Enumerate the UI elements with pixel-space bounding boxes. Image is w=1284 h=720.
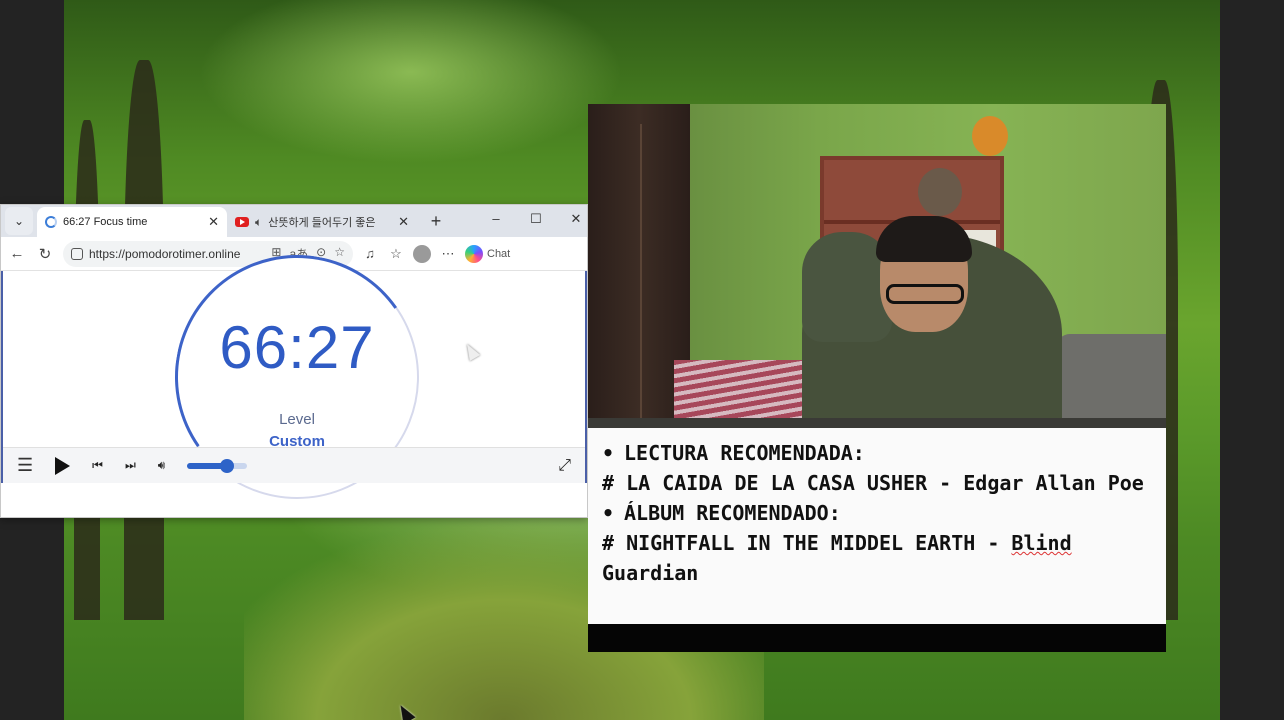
- close-tab-icon[interactable]: ✕: [398, 214, 409, 230]
- profile-avatar[interactable]: [413, 244, 431, 263]
- tab-focus-time[interactable]: 66:27 Focus time ✕: [37, 207, 227, 237]
- reading-heading: • LECTURA RECOMENDADA:: [602, 438, 1152, 468]
- tab-strip: ⌄ 66:27 Focus time ✕ 🔈︎ 산뜻하게 들어두기 좋은 ✕ +…: [1, 205, 587, 237]
- new-tab-button[interactable]: +: [423, 211, 449, 232]
- maximize-button[interactable]: ☐: [529, 211, 543, 227]
- address-url[interactable]: https://pomodorotimer.online: [89, 247, 265, 261]
- copilot-button[interactable]: Chat: [465, 244, 511, 263]
- bullet: •: [602, 501, 615, 525]
- level-label: Level: [279, 411, 315, 428]
- plush-toy: [972, 116, 1008, 156]
- person-hair: [876, 216, 972, 262]
- reading-heading-text: LECTURA RECOMENDADA:: [624, 441, 865, 465]
- copilot-label: Chat: [487, 247, 511, 260]
- chevron-down-icon: ⌄: [13, 214, 25, 228]
- media-control-icon[interactable]: ♫: [361, 246, 379, 261]
- tab-title: 66:27 Focus time: [63, 216, 148, 228]
- refresh-icon[interactable]: ↻: [35, 245, 55, 263]
- bullet: •: [602, 441, 615, 465]
- panel-bottom-bar: [588, 624, 1166, 652]
- window-controls: – ☐ ✕: [489, 211, 587, 227]
- minimize-button[interactable]: –: [489, 211, 503, 227]
- right-letterbox: [1220, 0, 1284, 720]
- volume-slider[interactable]: [187, 458, 248, 473]
- tab-youtube[interactable]: 🔈︎ 산뜻하게 들어두기 좋은 ✕: [227, 207, 417, 237]
- mouse-pointer-icon: [461, 341, 481, 361]
- next-track-icon[interactable]: ⏭︎: [125, 458, 136, 473]
- glasses: [886, 284, 964, 304]
- album-title-misspelled: Blind: [1011, 531, 1072, 555]
- plush-toy: [918, 168, 962, 216]
- site-info-icon[interactable]: [71, 247, 83, 260]
- tab-actions-button[interactable]: ⌄: [5, 207, 33, 235]
- webcam-bottom-edge: [588, 418, 1166, 428]
- favorite-star-icon[interactable]: ☆: [334, 245, 345, 262]
- play-icon[interactable]: [55, 456, 71, 475]
- album-title-end: Guardian: [602, 561, 699, 585]
- more-menu-icon[interactable]: ⋯: [439, 246, 457, 262]
- speaker-icon[interactable]: 🔈︎: [255, 215, 262, 230]
- volume-handle[interactable]: [219, 458, 234, 473]
- album-title-main: # NIGHTFALL IN THE MIDDEL EARTH -: [602, 531, 1012, 555]
- back-arrow-icon[interactable]: ←: [7, 245, 27, 262]
- album-title: # NIGHTFALL IN THE MIDDEL EARTH - Blind …: [602, 528, 1152, 588]
- album-heading: • ÁLBUM RECOMENDADO:: [602, 498, 1152, 528]
- close-window-button[interactable]: ✕: [569, 211, 583, 227]
- timer-favicon-icon: [45, 216, 57, 228]
- youtube-favicon-icon: [235, 217, 249, 227]
- close-tab-icon[interactable]: ✕: [208, 214, 219, 230]
- timer-display: 66:27: [219, 314, 375, 381]
- pillow: [1056, 334, 1166, 424]
- tab-title: 산뜻하게 들어두기 좋은: [268, 217, 376, 229]
- fullscreen-icon[interactable]: ⤢: [558, 457, 571, 475]
- webcam-feed: [588, 104, 1166, 428]
- music-player-bar: ☰ ⏮︎ ⏭︎ 🔊︎ ⤢: [3, 447, 585, 483]
- copilot-icon: [465, 244, 483, 263]
- favorites-icon[interactable]: ☆: [387, 246, 405, 262]
- page-content: 66:27 Level Custom ☰ ⏮︎ ⏭︎ 🔊︎ ⤢: [1, 235, 587, 517]
- recommendations-panel: • LECTURA RECOMENDADA: # LA CAIDA DE LA C…: [588, 428, 1166, 624]
- desktop-stream: ⌄ 66:27 Focus time ✕ 🔈︎ 산뜻하게 들어두기 좋은 ✕ +…: [0, 0, 1284, 720]
- browser-window: ⌄ 66:27 Focus time ✕ 🔈︎ 산뜻하게 들어두기 좋은 ✕ +…: [0, 204, 588, 518]
- reading-title: # LA CAIDA DE LA CASA USHER - Edgar Alla…: [602, 471, 1144, 495]
- album-heading-text: ÁLBUM RECOMENDADO:: [624, 501, 841, 525]
- playlist-menu-icon[interactable]: ☰: [17, 455, 33, 476]
- previous-track-icon[interactable]: ⏮︎: [92, 458, 103, 473]
- volume-icon[interactable]: 🔊︎: [158, 458, 166, 473]
